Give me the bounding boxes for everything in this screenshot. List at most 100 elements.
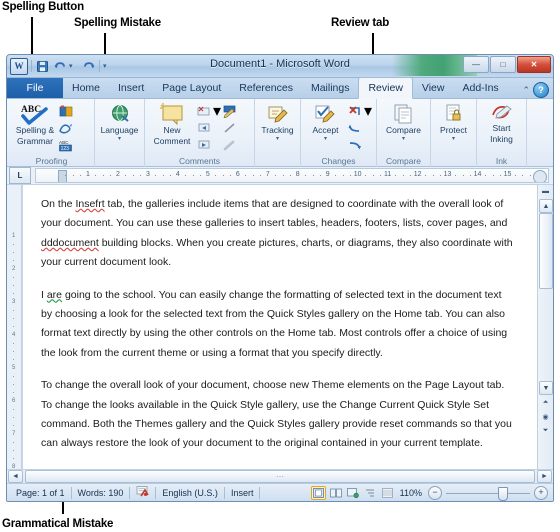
language-button[interactable]: Language ▾: [99, 101, 140, 142]
vertical-scrollbar[interactable]: ▬ ▲ ▼ ⏶ ◉ ⏷: [537, 185, 553, 469]
vertical-ruler-tick: 6: [12, 398, 16, 404]
scroll-up-arrow-icon[interactable]: ▲: [539, 199, 553, 213]
reject-button[interactable]: ▾: [348, 101, 372, 121]
status-word-count[interactable]: Words: 190: [72, 488, 130, 498]
balloon-line-button[interactable]: [223, 120, 237, 136]
pen-icon: [223, 105, 236, 118]
status-language[interactable]: English (U.S.): [156, 488, 224, 498]
ribbon-group-protect-body: Protect ▾: [431, 99, 476, 155]
split-handle-icon[interactable]: ▬: [540, 186, 551, 197]
tab-view[interactable]: View: [413, 78, 454, 98]
minimize-ribbon-icon[interactable]: ⌃: [522, 85, 530, 96]
reject-icon: [349, 105, 360, 115]
zoom-slider[interactable]: [446, 486, 530, 501]
proofing-errors-icon[interactable]: [130, 485, 155, 500]
document-paragraph[interactable]: I are going to the school. You can easil…: [41, 286, 515, 364]
status-page-number[interactable]: Page: 1 of 1: [10, 488, 71, 498]
status-insert-mode[interactable]: Insert: [225, 488, 260, 498]
protect-dropdown-caret-icon[interactable]: ▾: [452, 136, 455, 142]
document-page[interactable]: On the Insefrt tab, the galleries includ…: [22, 185, 537, 469]
start-inking-button[interactable]: Start Inking: [481, 101, 522, 144]
zoom-slider-track: [446, 492, 530, 494]
outline-view-button[interactable]: [364, 487, 377, 499]
vertical-ruler-minor-tick: [13, 425, 14, 426]
reject-dropdown-caret-icon[interactable]: ▾: [364, 101, 372, 121]
previous-comment-button[interactable]: [197, 120, 221, 136]
line-icon: [224, 122, 235, 133]
start-inking-label-line1: Start: [492, 123, 511, 133]
ruler-minor-tick: [305, 175, 307, 176]
ruler-tick: 11: [384, 171, 392, 178]
accept-button[interactable]: Accept ▾: [305, 101, 346, 142]
previous-change-button[interactable]: [348, 120, 372, 136]
scroll-down-arrow-icon[interactable]: ▼: [539, 381, 553, 395]
ruler-minor-tick: [110, 175, 112, 176]
draft-view-button[interactable]: [381, 487, 394, 499]
zoom-level-label[interactable]: 110%: [398, 488, 424, 498]
tab-references[interactable]: References: [230, 78, 302, 98]
proofing-small-buttons: ABC 123: [59, 101, 73, 153]
zoom-in-button[interactable]: +: [534, 485, 548, 500]
next-change-button[interactable]: [348, 137, 372, 153]
ribbon-tab-strip[interactable]: File Home Insert Page Layout References …: [7, 77, 553, 99]
next-comment-icon: [198, 140, 210, 148]
horizontal-scrollbar-thumb[interactable]: ⋯: [25, 470, 535, 483]
new-comment-button[interactable]: New Comment: [149, 101, 195, 146]
tab-home[interactable]: Home: [63, 78, 109, 98]
restore-button[interactable]: □: [490, 56, 516, 73]
vertical-ruler-minor-tick: [13, 244, 14, 245]
track-changes-pen-button[interactable]: [223, 103, 237, 119]
web-layout-view-button[interactable]: [347, 487, 360, 499]
horizontal-scrollbar[interactable]: ◄ ⋯ ►: [7, 469, 553, 483]
print-layout-view-button[interactable]: [310, 485, 326, 500]
annotation-label-grammatical-mistake: Grammatical Mistake: [2, 518, 114, 530]
comments-small-col-1: ▾: [197, 101, 221, 153]
ruler-minor-tick: [515, 175, 516, 176]
status-divider-5: [259, 486, 261, 499]
show-markup-button[interactable]: [223, 137, 237, 153]
delete-comment-button[interactable]: ▾: [197, 101, 221, 121]
spelling-grammar-button[interactable]: ABC Spelling & Grammar: [13, 101, 57, 146]
tab-review[interactable]: Review: [358, 77, 413, 99]
scroll-right-arrow-icon[interactable]: ►: [537, 470, 552, 483]
tab-file[interactable]: File: [7, 78, 63, 98]
protect-button[interactable]: Protect ▾: [435, 101, 472, 142]
previous-page-icon[interactable]: ⏶: [540, 397, 551, 408]
thesaurus-button[interactable]: [59, 120, 73, 136]
ruler-minor-tick: [125, 175, 127, 176]
full-screen-reading-view-button[interactable]: [330, 487, 343, 499]
zoom-out-button[interactable]: −: [428, 485, 442, 500]
delete-comment-caret-icon[interactable]: ▾: [213, 101, 221, 121]
indent-marker[interactable]: [58, 170, 67, 182]
vertical-ruler-minor-tick: [13, 458, 14, 459]
research-button[interactable]: [59, 103, 73, 119]
vertical-scrollbar-thumb[interactable]: [539, 213, 553, 289]
tab-insert[interactable]: Insert: [109, 78, 153, 98]
help-icon[interactable]: ?: [533, 82, 549, 98]
compare-dropdown-caret-icon[interactable]: ▾: [402, 136, 405, 142]
compare-button[interactable]: Compare ▾: [382, 101, 426, 142]
zoom-slider-thumb[interactable]: [498, 486, 508, 501]
scroll-left-arrow-icon[interactable]: ◄: [8, 470, 23, 483]
minimize-button[interactable]: —: [463, 56, 489, 73]
spelling-grammar-label-line2: Grammar: [17, 135, 53, 146]
ruler-minor-tick: [425, 175, 427, 176]
tab-page-layout[interactable]: Page Layout: [153, 78, 230, 98]
next-comment-button[interactable]: [197, 137, 221, 153]
close-button[interactable]: ✕: [517, 56, 551, 73]
accept-dropdown-caret-icon[interactable]: ▾: [324, 136, 327, 142]
document-paragraph[interactable]: To change the overall look of your docum…: [41, 376, 515, 454]
language-dropdown-caret-icon[interactable]: ▾: [118, 136, 121, 142]
document-text-body[interactable]: On the Insefrt tab, the galleries includ…: [23, 185, 537, 454]
next-page-icon[interactable]: ⏷: [540, 425, 551, 436]
tab-add-ins[interactable]: Add-Ins: [453, 78, 507, 98]
select-browse-object-icon[interactable]: ◉: [540, 411, 551, 422]
document-paragraph[interactable]: On the Insefrt tab, the galleries includ…: [41, 195, 515, 273]
tab-mailings[interactable]: Mailings: [302, 78, 359, 98]
horizontal-ruler[interactable]: 1 2 3 4 5 6 7 8 9 10 11 12 13 14 15: [35, 168, 549, 183]
tracking-button[interactable]: Tracking ▾: [259, 101, 296, 142]
vertical-ruler-minor-tick: [13, 450, 14, 451]
tracking-dropdown-caret-icon[interactable]: ▾: [276, 136, 279, 142]
tab-stop-selector[interactable]: L: [9, 167, 31, 184]
word-count-button[interactable]: ABC 123: [59, 137, 73, 153]
